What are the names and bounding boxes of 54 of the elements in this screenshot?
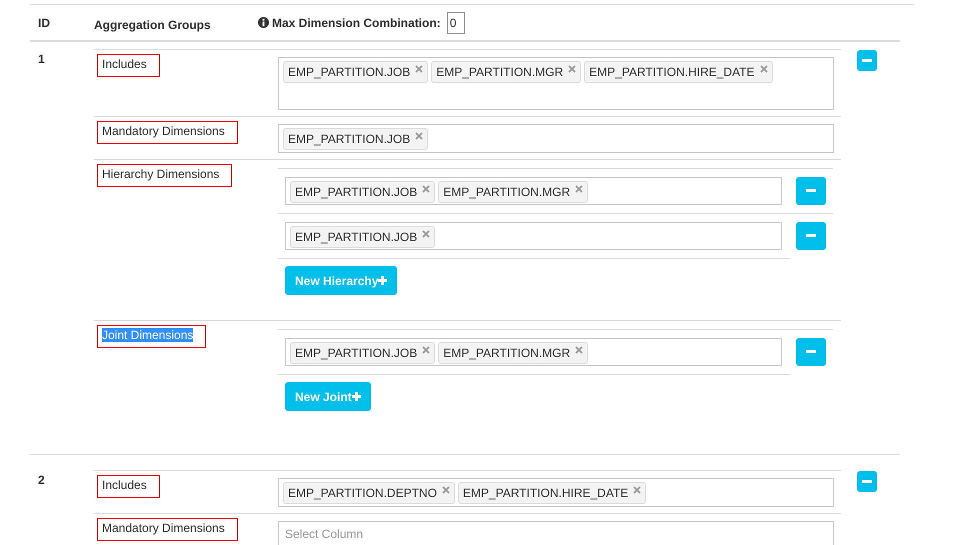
remove-button[interactable] [857, 50, 877, 71]
minus-icon [806, 350, 816, 354]
remove-icon[interactable] [575, 185, 584, 193]
tag-chip: EMP_PARTITION.JOB [290, 342, 436, 364]
tag-input-field[interactable]: EMP_PARTITION.JOB EMP_PARTITION.MGR [285, 338, 782, 366]
section-label: Mandatory Dimensions [97, 121, 238, 144]
remove-icon[interactable] [633, 486, 642, 494]
tag-input-field[interactable]: EMP_PARTITION.JOB [278, 124, 834, 153]
plus-icon [352, 392, 361, 401]
remove-button[interactable] [796, 177, 826, 205]
section-label: Includes [97, 475, 160, 498]
tag-chip: EMP_PARTITION.JOB [290, 226, 436, 248]
remove-icon[interactable] [415, 65, 424, 73]
remove-icon[interactable] [575, 346, 584, 354]
remove-icon[interactable] [442, 486, 450, 494]
column-header: ID [37, 14, 51, 32]
remove-icon[interactable] [422, 230, 430, 238]
remove-icon[interactable] [760, 65, 768, 73]
tag-chip: EMP_PARTITION.JOB [283, 128, 428, 150]
tag-input-field[interactable]: EMP_PARTITION.JOB EMP_PARTITION.MGR EMP_PARTITION.HIRE_DATE [278, 57, 834, 110]
remove-icon[interactable] [422, 185, 430, 193]
section-label: Hierarchy Dimensions [97, 164, 232, 187]
column-header: Aggregation Groups [94, 16, 212, 34]
minus-icon [806, 189, 816, 193]
placeholder-text: Select Column [284, 526, 364, 543]
tag-chip: EMP_PARTITION.MGR [438, 342, 588, 364]
group-id: 2 [37, 472, 46, 489]
section-label: Mandatory Dimensions [97, 518, 238, 541]
tag-chip: EMP_PARTITION.HIRE_DATE [458, 482, 646, 504]
section-label: Includes [97, 54, 160, 77]
tag-chip: EMP_PARTITION.MGR [431, 61, 582, 83]
tag-input-field[interactable]: EMP_PARTITION.JOB [285, 222, 782, 250]
info-icon [258, 17, 269, 28]
minus-icon [806, 234, 816, 238]
minus-icon [862, 480, 872, 484]
tag-input-field[interactable]: EMP_PARTITION.JOB EMP_PARTITION.MGR [285, 177, 782, 205]
group-id: 1 [37, 51, 46, 68]
tag-chip: EMP_PARTITION.HIRE_DATE [584, 61, 773, 83]
tag-chip: EMP_PARTITION.MGR [438, 181, 588, 203]
tag-chip: EMP_PARTITION.JOB [290, 181, 436, 203]
remove-icon[interactable] [568, 65, 576, 73]
remove-button[interactable] [796, 338, 826, 366]
remove-button[interactable] [857, 471, 877, 492]
tag-chip: EMP_PARTITION.DEPTNO [283, 482, 455, 504]
remove-button[interactable] [796, 222, 826, 250]
tag-input-field[interactable]: EMP_PARTITION.DEPTNO EMP_PARTITION.HIRE_DATE [278, 478, 834, 507]
tag-chip: EMP_PARTITION.JOB [283, 61, 428, 83]
plus-icon [378, 276, 388, 285]
remove-icon[interactable] [415, 132, 424, 140]
section-label: Joint Dimensions [97, 325, 206, 348]
minus-icon [862, 58, 872, 62]
field-label: Max Dimension Combination: [272, 14, 441, 32]
number-input[interactable]: 0 [446, 12, 465, 34]
remove-icon[interactable] [422, 346, 430, 354]
